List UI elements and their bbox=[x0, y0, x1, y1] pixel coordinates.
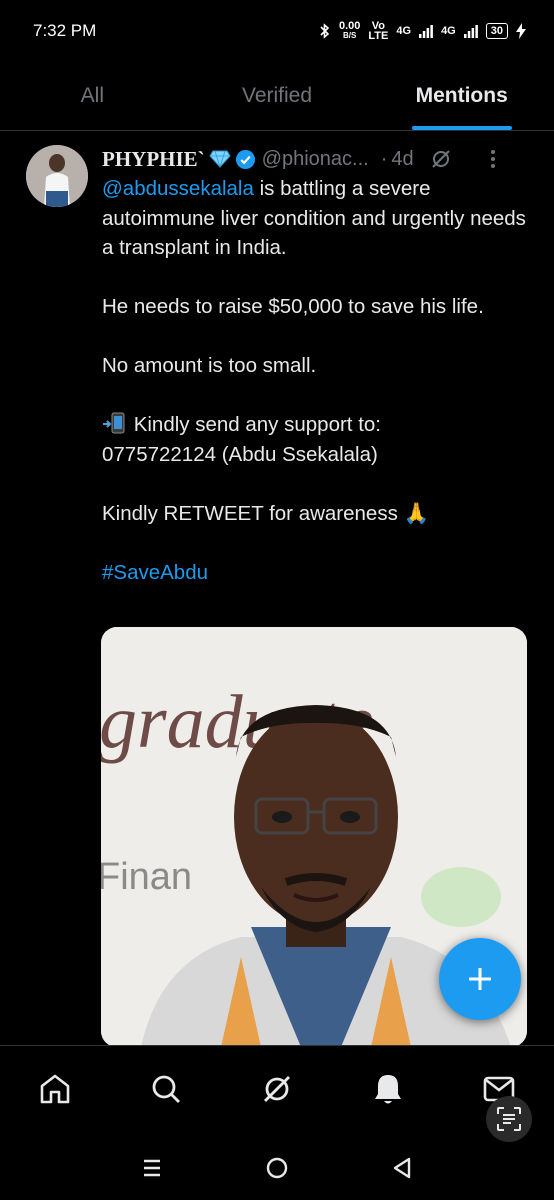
verified-badge-icon bbox=[235, 149, 255, 169]
tweet-paragraph: @abdussekalala is battling a severe auto… bbox=[102, 177, 526, 259]
nav-grok[interactable] bbox=[257, 1069, 297, 1109]
tab-verified[interactable]: Verified bbox=[185, 62, 370, 130]
notifications-icon bbox=[374, 1074, 401, 1103]
back-icon[interactable] bbox=[391, 1156, 413, 1180]
banner-text-side: Finan bbox=[101, 856, 192, 898]
tweet-text: @abdussekalala is battling a severe auto… bbox=[102, 174, 532, 617]
tab-mentions[interactable]: Mentions bbox=[369, 62, 554, 130]
volte-indicator: Vo LTE bbox=[368, 20, 389, 42]
compose-button[interactable] bbox=[439, 938, 521, 1020]
bottom-navigation bbox=[0, 1045, 554, 1135]
tweet-paragraph: Kindly RETWEET for awareness 🙏 bbox=[102, 501, 430, 525]
tweet-header: PHYPHIE` @phionac... · 4d bbox=[102, 144, 532, 174]
separator-dot: · bbox=[380, 147, 388, 170]
signal-icon bbox=[463, 25, 478, 38]
tweet-paragraph: Kindly send any support to: 0775722124 (… bbox=[102, 412, 381, 466]
diamond-icon bbox=[209, 150, 231, 168]
charging-icon bbox=[516, 23, 526, 39]
nav-home[interactable] bbox=[35, 1069, 75, 1109]
tweet-paragraph: No amount is too small. bbox=[102, 354, 317, 377]
bluetooth-icon bbox=[320, 23, 330, 39]
avatar[interactable] bbox=[26, 145, 88, 207]
home-icon bbox=[41, 1074, 70, 1103]
scan-text-icon bbox=[497, 1107, 521, 1131]
status-time: 7:32 PM bbox=[33, 21, 97, 40]
hashtag-link[interactable]: #SaveAbdu bbox=[102, 561, 208, 584]
system-navigation bbox=[0, 1135, 554, 1200]
recents-icon[interactable] bbox=[141, 1158, 163, 1178]
nav-notifications[interactable] bbox=[368, 1069, 408, 1109]
status-bar: 7:32 PM 0.00 B/S Vo LTE 4G 4G 30 bbox=[0, 0, 554, 62]
network-type-1: 4G bbox=[396, 25, 412, 37]
tweet-age[interactable]: 4d bbox=[391, 148, 413, 171]
tweet-paragraph: He needs to raise $50,000 to save his li… bbox=[102, 295, 484, 318]
battery-icon: 30 bbox=[485, 23, 508, 39]
network-type-2: 4G bbox=[441, 25, 456, 37]
nav-search[interactable] bbox=[146, 1069, 186, 1109]
home-circle-icon[interactable] bbox=[265, 1156, 289, 1180]
avatar-photo bbox=[26, 145, 88, 207]
phone-arrow-icon bbox=[103, 412, 125, 434]
signal-icon bbox=[419, 25, 433, 38]
notification-tabs: All Verified Mentions bbox=[0, 62, 554, 131]
user-handle[interactable]: @phionac... bbox=[262, 148, 369, 171]
grok-icon[interactable] bbox=[430, 148, 452, 170]
tab-all[interactable]: All bbox=[0, 62, 185, 130]
mention-link[interactable]: @abdussekalala bbox=[102, 177, 254, 200]
status-icons: 0.00 B/S Vo LTE 4G 4G 30 bbox=[319, 20, 526, 42]
net-speed: 0.00 B/S bbox=[338, 20, 361, 41]
grok-icon bbox=[263, 1075, 290, 1102]
more-options-icon[interactable] bbox=[490, 149, 496, 169]
display-name[interactable]: PHYPHIE` bbox=[102, 147, 205, 172]
tweet-paragraph: #SaveAbdu bbox=[102, 558, 532, 588]
search-icon bbox=[152, 1075, 181, 1103]
plus-icon bbox=[469, 968, 491, 990]
